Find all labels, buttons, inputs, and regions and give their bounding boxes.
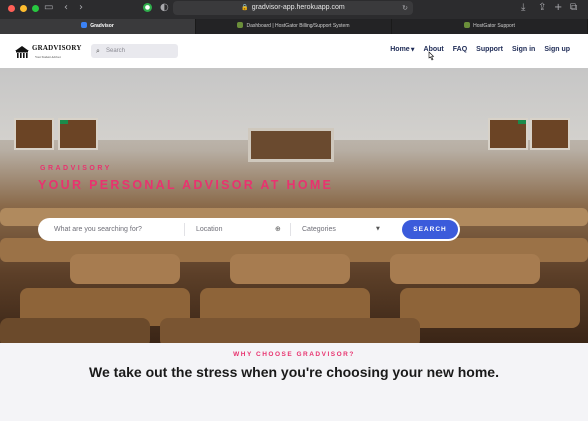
hero-background: [248, 128, 334, 162]
section-kicker: WHY CHOOSE GRADVISOR?: [233, 351, 355, 358]
main-menu: Home▼ About FAQ Support Sign in Sign up: [390, 46, 570, 53]
download-icon[interactable]: ⤓: [521, 2, 525, 14]
lock-icon: 🔒: [241, 4, 249, 11]
search-button[interactable]: SEARCH: [402, 220, 458, 239]
chevron-down-icon: ▼: [410, 47, 415, 53]
minimize-window-button[interactable]: [20, 5, 27, 12]
tab-label: HostGator Support: [473, 23, 515, 29]
menu-item-support[interactable]: Support: [476, 46, 503, 53]
tab-label: Dashboard | HostGator Billing/Support Sy…: [246, 23, 350, 29]
site-navbar: GRADVISORY Your Student Advisor ⌕ Search…: [0, 34, 588, 68]
tab-gradvisor[interactable]: Gradvisor: [0, 19, 196, 34]
search-icon: ⌕: [96, 47, 100, 55]
hero-background: [530, 118, 570, 150]
section-headline: We take out the stress when you're choos…: [89, 364, 499, 380]
close-window-button[interactable]: [8, 5, 15, 12]
caret-down-icon: ▼: [376, 226, 380, 232]
tab-hostgator-support[interactable]: HostGator Support: [392, 19, 588, 34]
crosshair-icon[interactable]: ⊕: [275, 218, 281, 241]
back-icon[interactable]: ‹: [64, 2, 68, 14]
keyword-input[interactable]: What are you searching for?: [54, 218, 182, 241]
hero-title: YOUR PERSONAL ADVISOR AT HOME: [38, 178, 334, 192]
hero-background: [70, 254, 180, 284]
mouse-cursor-icon: [428, 51, 435, 61]
category-select[interactable]: Categories: [302, 218, 378, 241]
hero-background: [14, 118, 54, 150]
tab-favicon: [464, 22, 471, 28]
logo-tagline: Your Student Advisor: [35, 55, 62, 59]
menu-item-faq[interactable]: FAQ: [453, 46, 467, 53]
logo-name: GRADVISORY: [32, 44, 82, 52]
hero-background: [230, 254, 350, 284]
sidebar-icon[interactable]: ▭: [44, 2, 53, 14]
website: GRADVISORY Your Student Advisor ⌕ Search…: [0, 34, 588, 421]
window-controls: [8, 5, 39, 12]
browser-chrome: ▭ ‹ › ● ◐ 🔒 gradvisor-app.herokuapp.com ↻…: [0, 0, 588, 34]
hero-subtitle: GRADVISORY: [40, 165, 112, 172]
hero-background: [400, 288, 580, 328]
site-search-input[interactable]: ⌕ Search: [91, 44, 178, 58]
shield-icon[interactable]: ◐: [160, 2, 169, 14]
hero-background: [160, 318, 420, 343]
house-icon: [15, 46, 29, 58]
menu-item-sign-up[interactable]: Sign up: [544, 46, 570, 53]
zoom-window-button[interactable]: [32, 5, 39, 12]
reload-icon[interactable]: ↻: [402, 1, 408, 15]
extension-icon[interactable]: ●: [143, 3, 152, 12]
divider: [184, 223, 185, 236]
hero-banner: GRADVISORY YOUR PERSONAL ADVISOR AT HOME…: [0, 68, 588, 343]
hero-search-bar: What are you searching for? Location ⊕ C…: [38, 218, 460, 241]
location-input[interactable]: Location: [196, 218, 284, 241]
menu-item-sign-in[interactable]: Sign in: [512, 46, 535, 53]
tab-favicon: [81, 22, 88, 28]
hero-background: [0, 318, 150, 343]
tab-favicon: [237, 22, 244, 28]
tab-overview-icon[interactable]: ⧉: [570, 2, 577, 14]
hero-background: [518, 120, 526, 124]
hero-background: [390, 254, 540, 284]
share-icon[interactable]: ⇪: [538, 2, 546, 14]
address-bar[interactable]: 🔒 gradvisor-app.herokuapp.com ↻: [173, 1, 413, 15]
search-placeholder: Search: [106, 48, 126, 54]
menu-item-home[interactable]: Home▼: [390, 46, 414, 53]
url-text: gradvisor-app.herokuapp.com: [251, 4, 345, 11]
tab-label: Gradvisor: [90, 23, 114, 29]
new-tab-icon[interactable]: +: [554, 2, 562, 14]
tab-strip: Gradvisor Dashboard | HostGator Billing/…: [0, 19, 588, 34]
hero-background: [60, 120, 68, 124]
divider: [290, 223, 291, 236]
tab-hostgator-billing[interactable]: Dashboard | HostGator Billing/Support Sy…: [196, 19, 392, 34]
forward-icon[interactable]: ›: [79, 2, 83, 14]
